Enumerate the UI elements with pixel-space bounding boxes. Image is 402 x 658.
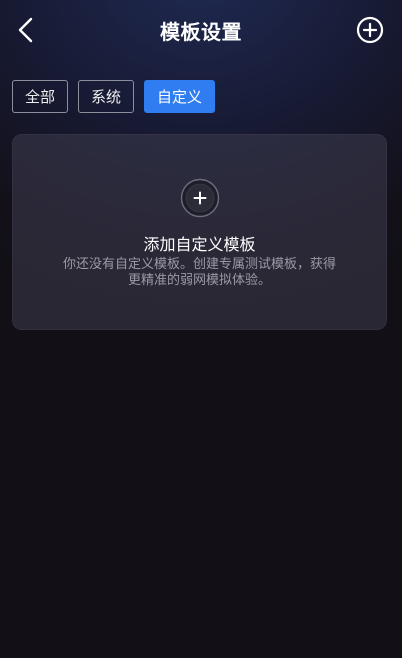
plus-circle-icon[interactable] (180, 178, 220, 218)
add-custom-template-card[interactable]: 添加自定义模板 你还没有自定义模板。创建专属测试模板，获得更精准的弱网模拟体验。 (12, 134, 387, 330)
tab-custom[interactable]: 自定义 (144, 80, 216, 113)
header: 模板设置 (0, 0, 402, 64)
plus-circle-icon (356, 16, 384, 44)
add-template-button[interactable] (356, 16, 384, 44)
card-description: 你还没有自定义模板。创建专属测试模板，获得更精准的弱网模拟体验。 (62, 257, 336, 288)
tab-all[interactable]: 全部 (12, 80, 69, 113)
template-filter-tabs: 全部 系统 自定义 (12, 80, 216, 113)
card-title: 添加自定义模板 (143, 235, 256, 254)
page-title: 模板设置 (160, 20, 242, 44)
tab-system[interactable]: 系统 (78, 80, 135, 113)
